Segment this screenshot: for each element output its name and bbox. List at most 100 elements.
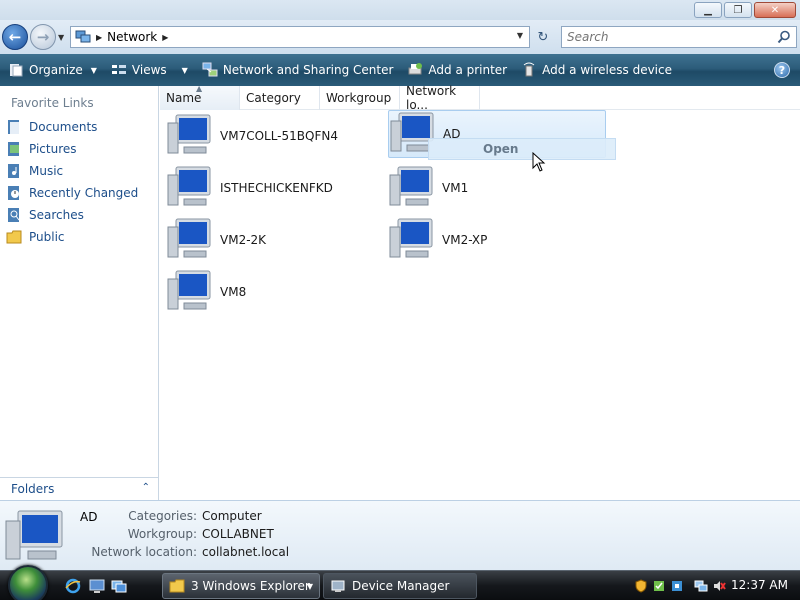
computer-item[interactable]: VM2-2K [166,216,366,264]
column-header-category[interactable]: Category [240,86,320,110]
refresh-button[interactable]: ↻ [532,26,554,48]
mouse-cursor-icon [532,152,546,172]
organize-icon [10,64,23,77]
sidebar-item-label: Searches [29,208,84,222]
taskbar-button-windows-explorer[interactable]: 3 Windows Explorer ▼ [162,573,320,599]
organize-label: Organize [29,63,83,77]
wireless-device-icon [523,62,535,77]
computer-name: VM8 [220,285,247,299]
sidebar-item-music[interactable]: Music [6,161,63,181]
forward-button[interactable]: → [30,24,56,50]
computer-item[interactable]: ISTHECHICKENFKD [166,164,366,212]
add-wireless-device-button[interactable]: Add a wireless device [521,58,672,82]
computer-icon [389,218,433,258]
network-sharing-label: Network and Sharing Center [222,63,394,77]
column-header-name[interactable]: ▲ Name [160,84,240,110]
security-center-icon[interactable] [652,579,666,593]
internet-explorer-icon[interactable] [64,577,82,595]
views-dropdown-icon: ▼ [181,65,188,75]
recent-pages-dropdown[interactable]: ▼ [58,33,64,42]
switch-windows-icon[interactable] [110,577,128,595]
show-desktop-icon[interactable] [88,577,106,595]
back-button[interactable]: ← [2,24,28,50]
start-button[interactable] [8,565,48,600]
breadcrumb-separator-icon[interactable]: ▶ [96,33,102,42]
public-folder-icon [6,230,22,244]
column-header-workgroup[interactable]: Workgroup [320,86,400,110]
sort-ascending-icon: ▲ [196,84,203,93]
breadcrumb-chevron-icon[interactable]: ▶ [162,33,168,42]
views-button[interactable]: Views ▼ [111,58,188,82]
column-header-label: Name [166,91,202,105]
views-label: Views [131,63,167,77]
details-key: Network location: [91,545,197,559]
navigation-pane: Favorite Links Documents Pictures Music … [0,86,159,500]
column-header-network-location[interactable]: Network lo... [400,84,480,112]
security-shield-icon[interactable] [634,579,648,593]
sidebar-item-label: Documents [29,120,98,134]
device-manager-icon [331,580,345,592]
computer-icon [167,114,211,154]
sidebar-item-recently-changed[interactable]: Recently Changed [6,183,138,203]
minimize-button[interactable]: ▁ [694,2,722,18]
search-icon[interactable] [777,30,791,44]
command-bar: Organize ▼ Views ▼ Network and Sharing C… [0,54,800,86]
column-header-label: Workgroup [326,91,392,105]
close-button[interactable]: ✕ [754,2,796,18]
column-header-label: Category [246,91,301,105]
sidebar-item-public[interactable]: Public [6,227,65,247]
network-sharing-center-button[interactable]: Network and Sharing Center [202,58,394,82]
address-row: ← → ▼ ▶ Network ▶ ▼ ↻ [0,20,800,54]
taskbar-group-dropdown-icon: ▼ [306,582,313,591]
sidebar-item-label: Recently Changed [29,186,139,200]
clock[interactable]: 12:37 AM [731,578,788,592]
search-input[interactable] [567,30,767,44]
details-value: COLLABNET [202,527,274,541]
details-value: Computer [202,509,262,523]
computer-item[interactable]: VM8 [166,268,366,316]
taskbar-button-label: Device Manager [352,579,450,593]
help-button[interactable]: ? [774,62,790,78]
searches-icon [8,208,20,222]
computer-name: VM1 [442,181,469,195]
chevron-up-icon: ⌃ [141,482,150,493]
pictures-icon [8,142,19,156]
sidebar-item-documents[interactable]: Documents [6,117,97,137]
maximize-button[interactable]: ❐ [724,2,752,18]
address-bar[interactable]: ▶ Network ▶ ▼ [70,26,530,48]
network-status-icon[interactable] [694,579,708,593]
volume-muted-icon[interactable] [712,579,726,593]
column-header-label: Network lo... [406,84,457,112]
computer-icon [167,270,211,310]
sidebar-item-label: Public [29,230,65,244]
update-icon[interactable] [670,579,684,593]
organize-button[interactable]: Organize ▼ [8,58,97,82]
sidebar-item-searches[interactable]: Searches [6,205,84,225]
computer-item[interactable]: VM1 [388,164,588,212]
sidebar-item-pictures[interactable]: Pictures [6,139,77,159]
address-dropdown-icon[interactable]: ▼ [517,31,523,40]
computer-icon [167,166,211,206]
details-value: collabnet.local [202,545,290,559]
folder-icon [169,579,185,593]
details-row: Categories: Computer [0,509,800,526]
computer-item[interactable]: VM2-XP [388,216,588,264]
window-controls: ▁ ❐ ✕ [694,2,796,18]
add-printer-label: Add a printer [428,63,508,77]
organize-dropdown-icon: ▼ [90,65,97,75]
search-box[interactable] [561,26,797,48]
title-bar: ▁ ❐ ✕ [0,0,800,20]
sidebar-item-label: Pictures [29,142,77,156]
breadcrumb-network[interactable]: Network [107,30,157,44]
computer-name: VM2-XP [442,233,488,247]
details-key: Categories: [128,509,197,523]
details-row: Network location: collabnet.local [0,545,800,562]
add-printer-button[interactable]: Add a printer [407,58,507,82]
add-wireless-label: Add a wireless device [542,63,672,77]
taskbar-button-device-manager[interactable]: Device Manager [323,573,477,599]
folders-label: Folders [11,482,55,496]
folders-toggle[interactable]: Folders ⌃ [0,477,158,500]
computer-name: ISTHECHICKENFKD [220,181,333,195]
file-list-view: ▲ Name Category Workgroup Network lo... … [160,84,800,500]
computer-item[interactable]: VM7COLL-51BQFN4 [166,112,366,160]
